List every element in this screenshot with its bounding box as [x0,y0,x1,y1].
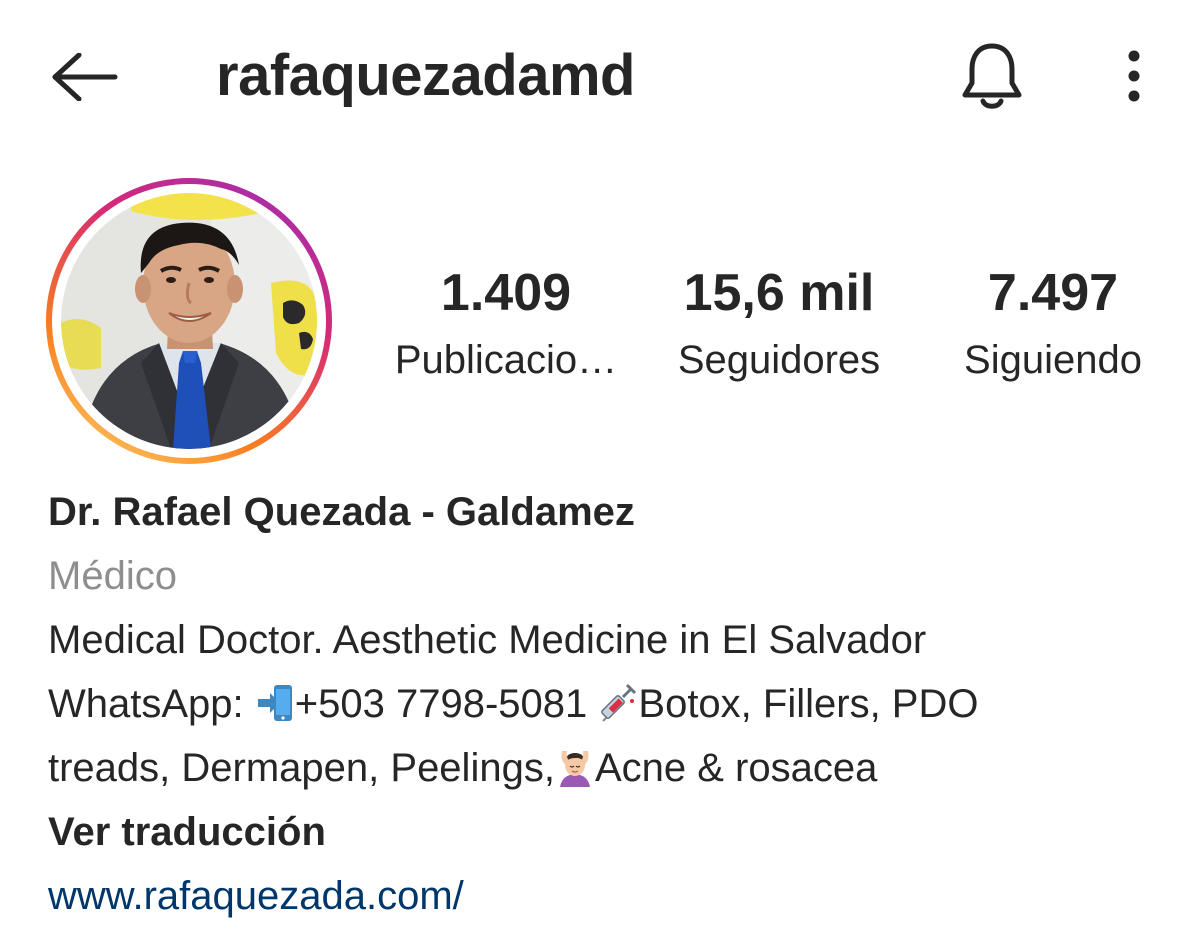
bio-phone-number: +503 7798-5081 [294,682,599,726]
bio-services: Botox, Fillers, PDO [638,682,979,726]
top-bar: rafaquezadamd [0,0,1200,150]
stat-followers-label: Seguidores [677,338,881,382]
stat-posts-value: 1.409 [440,264,572,322]
more-options-button[interactable] [1106,36,1162,116]
bio-line-2: WhatsApp: +503 7798-5081 Botox, Fillers,… [48,672,1168,736]
bio-whatsapp-label: WhatsApp: [48,682,255,726]
website-link[interactable]: www.rafaquezada.com/ [48,864,1168,928]
stat-following[interactable]: 7.497 Siguiendo [946,258,1160,392]
notifications-button[interactable] [952,36,1032,116]
mobile-phone-arrow-icon [257,685,292,721]
stat-following-value: 7.497 [987,264,1119,322]
arrow-left-icon [52,53,118,101]
more-vertical-icon [1128,50,1140,102]
story-ring[interactable] [46,178,332,464]
bio-conditions: Acne & rosacea [594,746,878,790]
stat-followers-value: 15,6 mil [683,264,875,322]
bio-line-1: Medical Doctor. Aesthetic Medicine in El… [48,618,927,662]
profile-username: rafaquezadamd [216,43,635,108]
bio-services-more: treads, Dermapen, Peelings, [48,746,555,790]
profile-photo[interactable] [61,193,317,449]
avatar-border [52,184,326,458]
stat-followers[interactable]: 15,6 mil Seguidores [660,258,898,392]
bio-line-3: treads, Dermapen, Peelings, Acne & rosace… [48,736,1168,800]
stat-posts[interactable]: 1.409 Publicacio… [380,258,632,392]
stat-posts-label: Publicacio… [394,338,618,382]
full-name: Dr. Rafael Quezada - Galdamez [48,490,635,534]
profile-bio: Dr. Rafael Quezada - Galdamez Médico Med… [48,480,1168,928]
profile-category: Médico [48,554,177,598]
see-translation-link[interactable]: Ver traducción [48,800,1168,864]
stat-following-label: Siguiendo [964,338,1142,382]
woman-getting-massage-icon [559,751,590,787]
syringe-icon [601,683,637,722]
back-button[interactable] [44,42,124,112]
bell-icon [962,43,1022,109]
